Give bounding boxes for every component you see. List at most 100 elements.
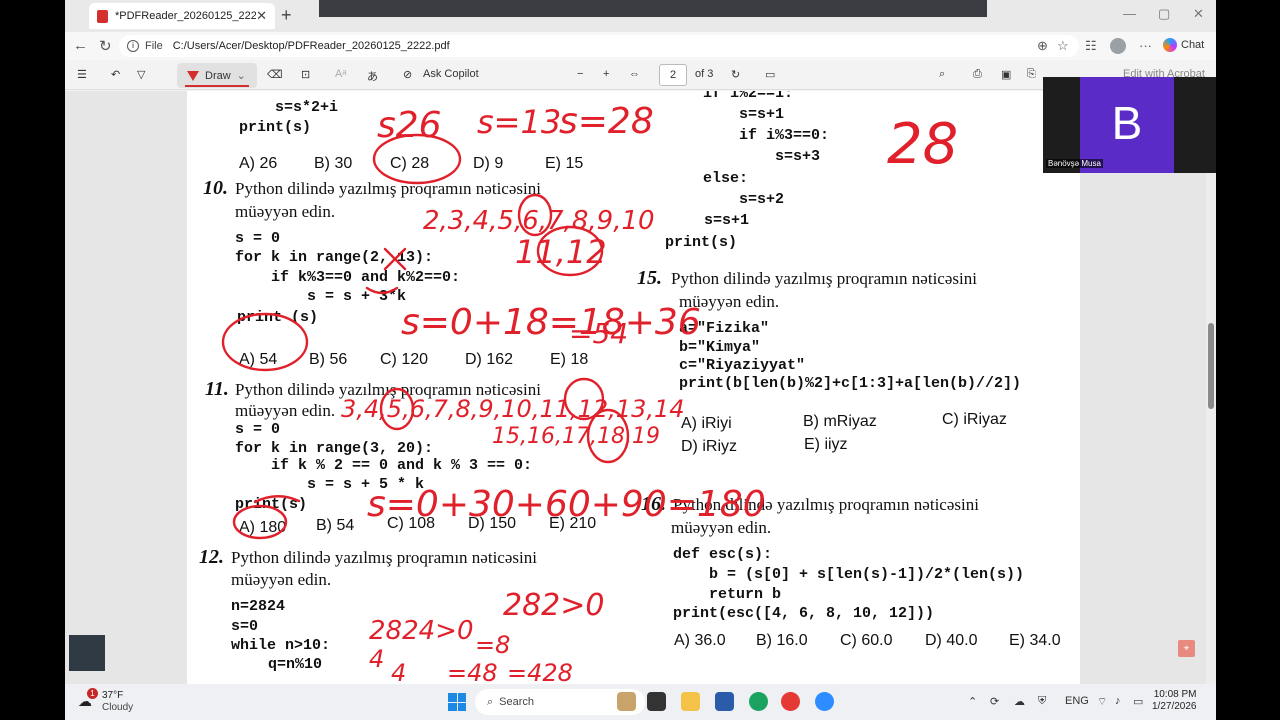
new-tab-button[interactable]: + (281, 5, 292, 26)
zoom-out-icon[interactable]: − (577, 68, 583, 80)
q14-code-2: s=s+1 (703, 106, 785, 123)
sync-icon[interactable]: ⟳ (990, 695, 999, 708)
weather-alert-badge: 1 (87, 688, 98, 699)
screen: *PDFReader_20260125_2222.pdf ✕ + — ▢ ✕ ←… (0, 0, 1280, 720)
save-icon[interactable]: ▣ (1001, 68, 1011, 81)
contents-icon[interactable]: ☰ (77, 68, 87, 81)
q11-code-3: if k % 2 == 0 and k % 3 == 0: (235, 457, 533, 474)
q10-option-d: D) 162 (465, 351, 514, 368)
q16-stem-1: Python dilində yazılmış proqramın nəticə… (673, 495, 979, 514)
info-icon: i (127, 40, 139, 52)
volume-icon[interactable]: ♪ (1115, 695, 1121, 707)
highlight-icon[interactable]: ▽ (137, 68, 145, 81)
q14-code-6: s=s+2 (703, 191, 785, 208)
page-number-input[interactable]: 2 (659, 64, 687, 86)
q10-code-3: if k%3==0 and k%2==0: (235, 269, 461, 286)
edge-icon[interactable] (749, 692, 768, 711)
profile-avatar[interactable] (1110, 38, 1126, 54)
windows-start-icon[interactable] (448, 693, 466, 711)
vertical-scrollbar[interactable] (1206, 91, 1216, 684)
q11-option-a: A) 180 (239, 519, 287, 536)
q10-stem-1: Python dilində yazılmış proqramın nəticə… (235, 179, 541, 198)
maximize-icon[interactable]: ▢ (1158, 6, 1170, 22)
task-view-icon[interactable] (647, 692, 666, 711)
q9-option-a: A) 26 (239, 155, 278, 172)
q16-code-3: return b (673, 586, 782, 603)
q16-code-4: print(esc([4, 6, 8, 10, 12])) (673, 605, 935, 622)
q10-option-a: A) 54 (239, 351, 278, 368)
participant-video-tile[interactable]: B Bənövşə Musa (1043, 77, 1216, 173)
url-scheme-label: File (145, 40, 163, 52)
battery-icon[interactable]: ▭ (1133, 695, 1143, 708)
more-menu-icon[interactable]: ··· (1139, 38, 1152, 53)
ink-q10-1: 2,3,4,5,6,7,8,9,10 (423, 206, 655, 236)
read-aloud-icon[interactable]: Aᵃ (335, 68, 346, 80)
close-window-icon[interactable]: ✕ (1193, 6, 1204, 22)
zoom-app-icon[interactable] (815, 692, 834, 711)
wifi-icon[interactable]: ⌔ (1097, 695, 1107, 709)
q10-stem-2: müəyyən edin. (235, 202, 336, 221)
url-field[interactable]: i File C:/Users/Acer/Desktop/PDFReader_2… (119, 35, 1079, 57)
q10-option-c: C) 120 (380, 351, 429, 368)
shared-screen-thumbnail[interactable] (69, 635, 105, 671)
fit-page-icon[interactable]: ⇔ (629, 68, 640, 80)
show-hidden-icons[interactable]: ⌃ (968, 695, 977, 708)
q15-option-e: E) iiyz (804, 436, 848, 453)
cloud-sync-icon[interactable]: ☁ (1014, 695, 1025, 708)
q15-option-b: B) mRiyaz (803, 413, 877, 430)
zoom-icon[interactable]: ⊕ (1037, 38, 1048, 54)
text-box-icon[interactable]: ⊡ (301, 68, 310, 81)
favorite-star-icon[interactable]: ☆ (1057, 38, 1069, 54)
weather-temperature: 37°F (102, 690, 124, 701)
translate-icon[interactable]: あ (367, 68, 378, 84)
back-icon[interactable]: ← (73, 37, 88, 54)
search-icon[interactable]: ⌕ (939, 68, 945, 81)
q11-option-b: B) 54 (316, 517, 355, 534)
print-icon[interactable]: ⎙ (973, 68, 982, 81)
draw-pen-icon (187, 70, 199, 81)
yandex-icon[interactable] (781, 692, 800, 711)
tab-pdf[interactable]: *PDFReader_20260125_2222.pdf ✕ (89, 3, 275, 29)
rotate-icon[interactable]: ↻ (731, 68, 740, 81)
close-icon[interactable]: ✕ (256, 8, 267, 24)
chat-button[interactable]: Chat (1163, 38, 1204, 52)
q10-option-e: E) 18 (550, 351, 589, 368)
q15-option-d: D) iRiyz (681, 438, 737, 455)
file-explorer-icon[interactable] (681, 692, 700, 711)
ink-q10-3: s=0+18=18+36 (401, 302, 701, 343)
q11-code-2: for k in range(3, 20): (235, 440, 434, 457)
taskbar: ☁ 1 37°F Cloudy ⌕ Search ⌃ ⟳ ☁ ⛨ ENG ⌔ ♪… (65, 684, 1216, 720)
tab-title: *PDFReader_20260125_2222.pdf (115, 10, 257, 22)
store-icon[interactable] (715, 692, 734, 711)
scrollbar-thumb[interactable] (1208, 323, 1214, 409)
eraser-icon[interactable]: ⌫ (267, 68, 283, 81)
q16-number: 16. (641, 493, 666, 515)
title-bar: *PDFReader_20260125_2222.pdf ✕ + — ▢ ✕ (65, 0, 1216, 32)
q14-code-1: if i%2==1: (703, 91, 794, 102)
q11-code-5: print(s) (235, 496, 308, 513)
q12-code-2: s=0 (231, 618, 259, 635)
refresh-icon[interactable]: ↻ (99, 37, 112, 55)
pdf-file-icon (97, 9, 108, 23)
q14-code-8: print(s) (665, 234, 738, 251)
search-highlight-icon[interactable] (617, 692, 636, 711)
collections-icon[interactable]: ☷ (1085, 38, 1097, 54)
q15-stem-1: Python dilində yazılmış proqramın nəticə… (671, 269, 977, 288)
ask-copilot-button[interactable]: Ask Copilot (423, 68, 479, 80)
draw-color-indicator (185, 85, 249, 87)
undo-icon[interactable]: ↶ (111, 68, 120, 81)
draw-button[interactable]: Draw ⌄ (177, 63, 257, 88)
minimize-icon[interactable]: — (1123, 6, 1136, 21)
q16-code-1: def esc(s): (673, 546, 773, 563)
q14-code-4: s=s+3 (703, 148, 821, 165)
clock[interactable]: 10:08 PM 1/27/2026 (1152, 689, 1197, 713)
page-view-icon[interactable]: ▭ (765, 68, 775, 81)
zoom-in-icon[interactable]: + (603, 68, 609, 80)
language-indicator[interactable]: ENG (1065, 695, 1089, 707)
save-as-icon[interactable]: ⎘ (1027, 68, 1036, 81)
acrobat-icon[interactable]: ⌖ (1178, 640, 1195, 657)
q9-option-d: D) 9 (473, 155, 504, 172)
ink-circle-q10-12 (536, 225, 604, 277)
security-icon[interactable]: ⛨ (1038, 695, 1046, 708)
q12-stem-2: müəyyən edin. (231, 570, 332, 589)
